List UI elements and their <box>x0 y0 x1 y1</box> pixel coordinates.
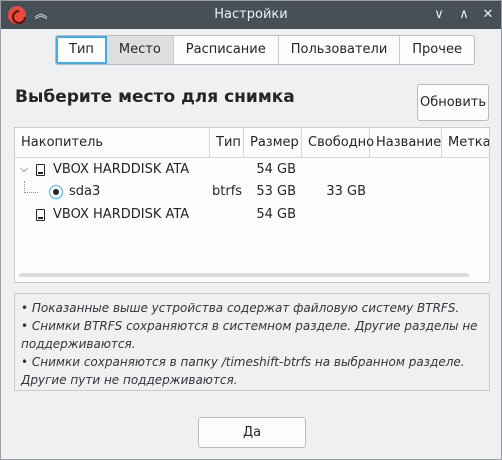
tab-location[interactable]: Место <box>106 36 174 64</box>
page-title: Выберите место для снимка <box>15 87 295 107</box>
maximize-icon[interactable]: ∧ <box>454 5 474 25</box>
drive-icon <box>36 164 45 176</box>
table-row[interactable]: VBOX HARDDISK ATA 54 GB <box>15 204 489 226</box>
row-size: 54 GB <box>256 162 296 177</box>
title-bar[interactable]: ︽ Настройки ∨ ∧ ✕ <box>1 1 501 29</box>
tree-connector <box>24 181 38 193</box>
column-header-label[interactable]: Метка <box>442 128 489 158</box>
row-type: btrfs <box>212 184 243 199</box>
tab-users[interactable]: Пользователи <box>278 36 401 64</box>
column-header-device[interactable]: Накопитель <box>15 128 210 158</box>
row-free: 33 GB <box>326 184 366 199</box>
column-header-free[interactable]: Свободно <box>302 128 374 158</box>
refresh-button[interactable]: Обновить <box>417 84 489 121</box>
column-header-type[interactable]: Тип <box>210 128 244 158</box>
tab-misc[interactable]: Прочее <box>400 36 474 64</box>
row-device-name: VBOX HARDDISK ATA <box>53 207 190 222</box>
expander-chevron-down-icon[interactable]: ⌵ <box>18 159 30 181</box>
device-table[interactable]: Накопитель Тип Размер Свободно Название … <box>14 127 490 283</box>
partition-radio[interactable] <box>49 185 63 199</box>
tab-type[interactable]: Тип <box>56 36 107 64</box>
column-header-name[interactable]: Название <box>370 128 442 158</box>
settings-window: ︽ Настройки ∨ ∧ ✕ Тип Место Расписание П… <box>0 0 502 460</box>
column-header-size[interactable]: Размер <box>244 128 302 158</box>
settings-tabs: Тип Место Расписание Пользователи Прочее <box>55 35 475 65</box>
close-icon[interactable]: ✕ <box>478 5 498 25</box>
tab-schedule[interactable]: Расписание <box>173 36 279 64</box>
table-row[interactable]: sda3 btrfs 53 GB 33 GB <box>15 181 489 203</box>
row-size: 53 GB <box>256 184 296 199</box>
table-header: Накопитель Тип Размер Свободно Название … <box>15 128 489 158</box>
info-line: • Снимки BTRFS сохраняются в системном р… <box>21 319 478 351</box>
ok-button[interactable]: Да <box>198 417 306 448</box>
row-device-name: sda3 <box>69 184 101 199</box>
info-notes: • Показанные выше устройства содержат фа… <box>14 293 490 391</box>
info-line: • Снимки сохраняются в папку /timeshift-… <box>21 355 465 387</box>
horizontal-scrollbar[interactable] <box>19 273 469 277</box>
minimize-icon[interactable]: ∨ <box>429 5 449 25</box>
row-size: 54 GB <box>256 207 296 222</box>
row-device-name: VBOX HARDDISK ATA <box>53 162 190 177</box>
window-title: Настройки <box>214 7 288 22</box>
info-line: • Показанные выше устройства содержат фа… <box>21 301 460 315</box>
table-row[interactable]: ⌵ VBOX HARDDISK ATA 54 GB <box>15 159 489 181</box>
drive-icon <box>36 209 45 221</box>
